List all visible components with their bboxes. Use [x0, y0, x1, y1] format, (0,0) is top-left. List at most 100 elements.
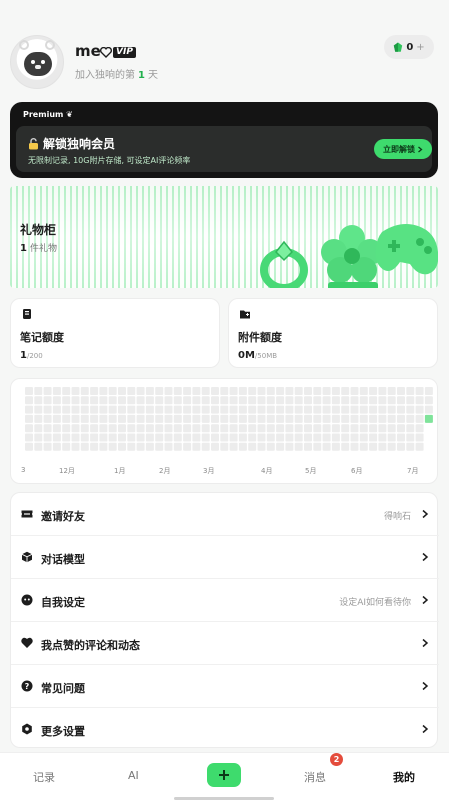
heatmap-cell [34, 424, 43, 433]
unlock-button[interactable]: 立即解锁 [374, 139, 432, 159]
heatmap-cell [294, 433, 303, 442]
heatmap-month-label: 3月 [203, 467, 215, 475]
heatmap-cell [387, 424, 396, 433]
heatmap-cell [248, 433, 257, 442]
heatmap-cell [62, 433, 71, 442]
question-icon: ? [21, 680, 33, 692]
menu-item-invite-friends[interactable]: 邀请好友 得响石 [11, 493, 439, 536]
heatmap-cell [211, 442, 219, 451]
heatmap-cell [248, 414, 257, 423]
add-button[interactable] [207, 763, 241, 787]
heatmap-cell [71, 414, 80, 423]
heatmap-cell [294, 414, 303, 423]
heatmap-cell [108, 396, 117, 405]
heatmap-cell [145, 396, 154, 405]
heatmap-cell [34, 396, 43, 405]
heatmap-cell [220, 405, 229, 414]
heatmap-cell [415, 424, 424, 433]
premium-banner[interactable]: Premium ❦ 解锁独响会员 无限制记录, 10G附片存储, 可设定AI评论… [10, 102, 438, 178]
heatmap-cell [294, 405, 303, 414]
heatmap-cell [108, 424, 117, 433]
heatmap-cell [220, 433, 229, 442]
menu-item-self-settings[interactable]: 自我设定 设定AI如何看待你 [11, 579, 439, 622]
heatmap-cell [369, 424, 378, 433]
premium-title-text: 解锁独响会员 [43, 137, 116, 151]
heatmap-cell [322, 442, 331, 451]
heatmap-cell [62, 424, 71, 433]
menu-label: 邀请好友 [41, 510, 85, 523]
heatmap-cell [238, 424, 247, 433]
heatmap-cell [173, 414, 182, 423]
menu-item-chat-model[interactable]: 对话模型 [11, 536, 439, 579]
avatar[interactable] [10, 35, 64, 89]
heatmap-cell [220, 396, 229, 405]
heatmap-cell [359, 424, 368, 433]
heatmap-cell [424, 396, 433, 405]
heatmap-cell [183, 396, 192, 405]
chevron-right-icon [422, 552, 429, 562]
heatmap-cell [397, 424, 405, 433]
heatmap-cell [266, 414, 275, 423]
heatmap-cell [183, 414, 192, 423]
heatmap-cell [201, 387, 210, 395]
nav-item-ai[interactable]: AI [128, 769, 139, 782]
heatmap-cell [276, 396, 285, 405]
heatmap-cell [331, 396, 340, 405]
nav-item-mine[interactable]: 我的 [393, 769, 415, 785]
heatmap-cell [406, 414, 415, 423]
heatmap-cell [155, 396, 164, 405]
heatmap-cell [229, 387, 238, 395]
heatmap-cell [90, 442, 99, 451]
menu-item-faq[interactable]: ? 常见问题 [11, 665, 439, 708]
heatmap-cell [369, 433, 378, 442]
heatmap-cell [164, 424, 173, 433]
heatmap-month-label: 7月 [407, 467, 419, 475]
menu-item-liked-content[interactable]: 我点赞的评论和动态 [11, 622, 439, 665]
heatmap-cell [425, 424, 433, 432]
heatmap-cell [341, 442, 350, 451]
heatmap-cell [99, 405, 108, 414]
heatmap-cell [238, 442, 247, 451]
heatmap-cell [201, 405, 210, 414]
lock-icon [29, 137, 38, 149]
heatmap-cell [378, 387, 387, 395]
folder-icon [240, 310, 250, 319]
heatmap-cell [331, 414, 340, 423]
heatmap-cell [285, 396, 294, 405]
heatmap-cell [164, 396, 173, 405]
heatmap-cell [369, 396, 378, 405]
menu-item-more-settings[interactable]: 更多设置 [11, 708, 439, 751]
heatmap-cell [201, 414, 210, 423]
heatmap-cell [173, 387, 182, 395]
heatmap-cell [406, 405, 415, 414]
heatmap-cell [229, 396, 238, 405]
heatmap-cell [415, 387, 424, 395]
coin-balance-button[interactable]: 0 + [384, 35, 434, 59]
join-prefix: 加入独响的第 [75, 70, 135, 81]
heatmap-cell [322, 396, 331, 405]
heatmap-cell [99, 387, 108, 395]
attachment-quota-value: 0M/50MB [238, 350, 278, 361]
heatmap-cell [90, 405, 99, 414]
heatmap-cell [397, 396, 405, 405]
attachment-quota-card[interactable]: 附件额度 0M/50MB [228, 298, 438, 368]
note-quota-card[interactable]: 笔记额度 1/200 [10, 298, 220, 368]
heatmap-cell [90, 414, 99, 423]
heatmap-cell [164, 433, 173, 442]
heatmap-cell [406, 424, 415, 433]
menu-label: 常见问题 [41, 682, 85, 695]
heatmap-cell [201, 433, 210, 442]
heatmap-cell [229, 442, 238, 451]
gift-count: 1 件礼物 [20, 241, 57, 254]
heatmap-cell [71, 442, 80, 451]
heatmap-cell [127, 405, 136, 414]
nav-item-records[interactable]: 记录 [33, 769, 55, 785]
nav-item-messages[interactable]: 消息 [304, 769, 326, 785]
heatmap-cell [276, 414, 285, 423]
gift-cabinet-card[interactable]: 礼物柜 1 件礼物 [10, 186, 438, 288]
heatmap-cell [118, 396, 126, 405]
heatmap-cell [192, 387, 201, 395]
chevron-right-icon [422, 724, 429, 734]
heatmap-cell [108, 387, 117, 395]
heart-icon [21, 637, 33, 648]
